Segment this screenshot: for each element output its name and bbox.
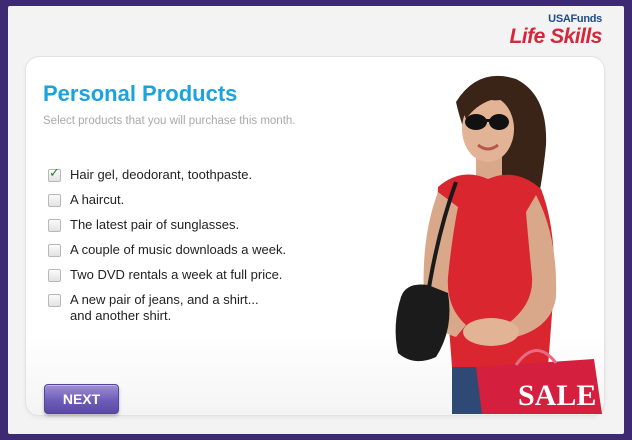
- option-haircut[interactable]: A haircut.: [48, 192, 286, 208]
- option-hair-gel[interactable]: Hair gel, deodorant, toothpaste.: [48, 166, 286, 183]
- frame: USAFunds Life Skills Personal Products S…: [8, 6, 624, 434]
- page-instructions: Select products that you will purchase t…: [43, 115, 296, 127]
- woman-shopping-illustration: SALE: [395, 75, 602, 414]
- checkbox-checked-icon[interactable]: [48, 166, 61, 182]
- product-options-list: Hair gel, deodorant, toothpaste. A hairc…: [48, 166, 286, 333]
- checkbox-icon[interactable]: [48, 269, 61, 282]
- logo-life-skills-text: Life Skills: [509, 25, 602, 48]
- usafunds-life-skills-logo: USAFunds Life Skills: [509, 13, 602, 48]
- content-card: Personal Products Select products that y…: [25, 56, 605, 416]
- checkbox-icon[interactable]: [48, 219, 61, 232]
- option-label: The latest pair of sunglasses.: [70, 217, 240, 232]
- option-label: A couple of music downloads a week.: [70, 242, 287, 257]
- option-sunglasses[interactable]: The latest pair of sunglasses.: [48, 217, 286, 233]
- next-button[interactable]: NEXT: [44, 384, 119, 414]
- option-dvd-rentals[interactable]: Two DVD rentals a week at full price.: [48, 267, 286, 283]
- logo-usafunds-text: USAFunds: [548, 13, 602, 25]
- checkbox-icon[interactable]: [48, 194, 61, 207]
- page-title: Personal Products: [43, 81, 238, 106]
- option-label: A haircut.: [70, 192, 125, 207]
- option-music-downloads[interactable]: A couple of music downloads a week.: [48, 242, 286, 258]
- checkbox-icon[interactable]: [48, 294, 61, 307]
- option-label: Two DVD rentals a week at full price.: [70, 267, 283, 282]
- shopper-photo: SALE: [366, 67, 602, 414]
- option-jeans-shirts[interactable]: A new pair of jeans, and a shirt... and …: [48, 292, 286, 324]
- option-label: Hair gel, deodorant, toothpaste.: [70, 167, 253, 182]
- option-label: A new pair of jeans, and a shirt... and …: [70, 292, 259, 323]
- checkbox-icon[interactable]: [48, 244, 61, 257]
- bag-sale-text: SALE: [518, 379, 596, 412]
